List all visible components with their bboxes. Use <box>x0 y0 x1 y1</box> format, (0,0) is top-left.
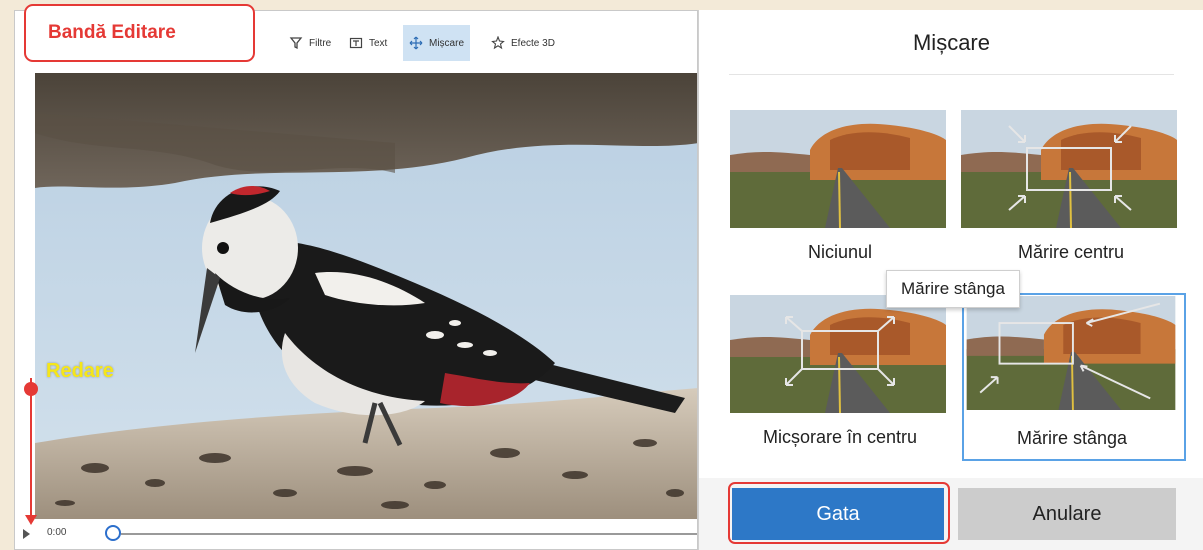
road-canyon-image <box>966 296 1176 410</box>
panel-title: Mișcare <box>912 30 990 55</box>
play-icon[interactable] <box>23 529 30 539</box>
motion-icon <box>409 36 423 50</box>
video-preview[interactable] <box>35 73 697 519</box>
panel-divider <box>729 74 1174 75</box>
option-label: Micșorare în centru <box>762 427 918 447</box>
option-thumbnail <box>730 295 946 413</box>
road-canyon-image <box>961 110 1177 228</box>
video-editor-window: Filtre Text Mișcare Efecte 3D 0:00 <box>14 10 698 550</box>
text-icon <box>349 37 363 49</box>
filter-icon <box>289 37 303 50</box>
toolbar-text-label: Text <box>369 37 388 49</box>
option-label: Mărire stânga <box>1016 428 1128 448</box>
done-button[interactable]: Gata <box>732 488 944 540</box>
option-label: Mărire centru <box>1017 242 1125 262</box>
option-thumbnail <box>730 110 946 228</box>
toolbar-motion-label: Mișcare <box>429 37 465 49</box>
road-canyon-image <box>730 110 946 228</box>
woodpecker-video-frame <box>35 73 697 519</box>
toolbar-3d-effects-button[interactable]: Efecte 3D <box>485 25 561 61</box>
annotation-editing-bar: Bandă Editare <box>24 4 255 62</box>
option-thumbnail <box>961 110 1177 228</box>
toolbar-motion-button[interactable]: Mișcare <box>403 25 471 61</box>
road-canyon-image <box>730 295 946 413</box>
toolbar-filters-label: Filtre <box>309 37 332 49</box>
effects-3d-icon <box>491 36 505 50</box>
toolbar-text-button[interactable]: Text <box>343 25 393 61</box>
seek-handle[interactable] <box>105 525 121 541</box>
playback-time: 0:00 <box>47 527 67 538</box>
option-tooltip: Mărire stânga <box>886 270 1020 308</box>
playback-bar: 0:00 <box>15 519 697 549</box>
cancel-button[interactable]: Anulare <box>958 488 1176 540</box>
toolbar-3d-effects-label: Efecte 3D <box>511 37 555 49</box>
option-label: Niciunul <box>807 242 873 262</box>
option-thumbnail <box>966 296 1176 410</box>
annotation-playback-dot <box>24 382 38 396</box>
toolbar-filters-button[interactable]: Filtre <box>283 25 337 61</box>
annotation-playback-line <box>30 378 32 518</box>
annotation-playback-label: Redare <box>46 360 114 382</box>
seek-track[interactable] <box>121 533 697 535</box>
annotation-playback-arrow <box>25 515 37 525</box>
